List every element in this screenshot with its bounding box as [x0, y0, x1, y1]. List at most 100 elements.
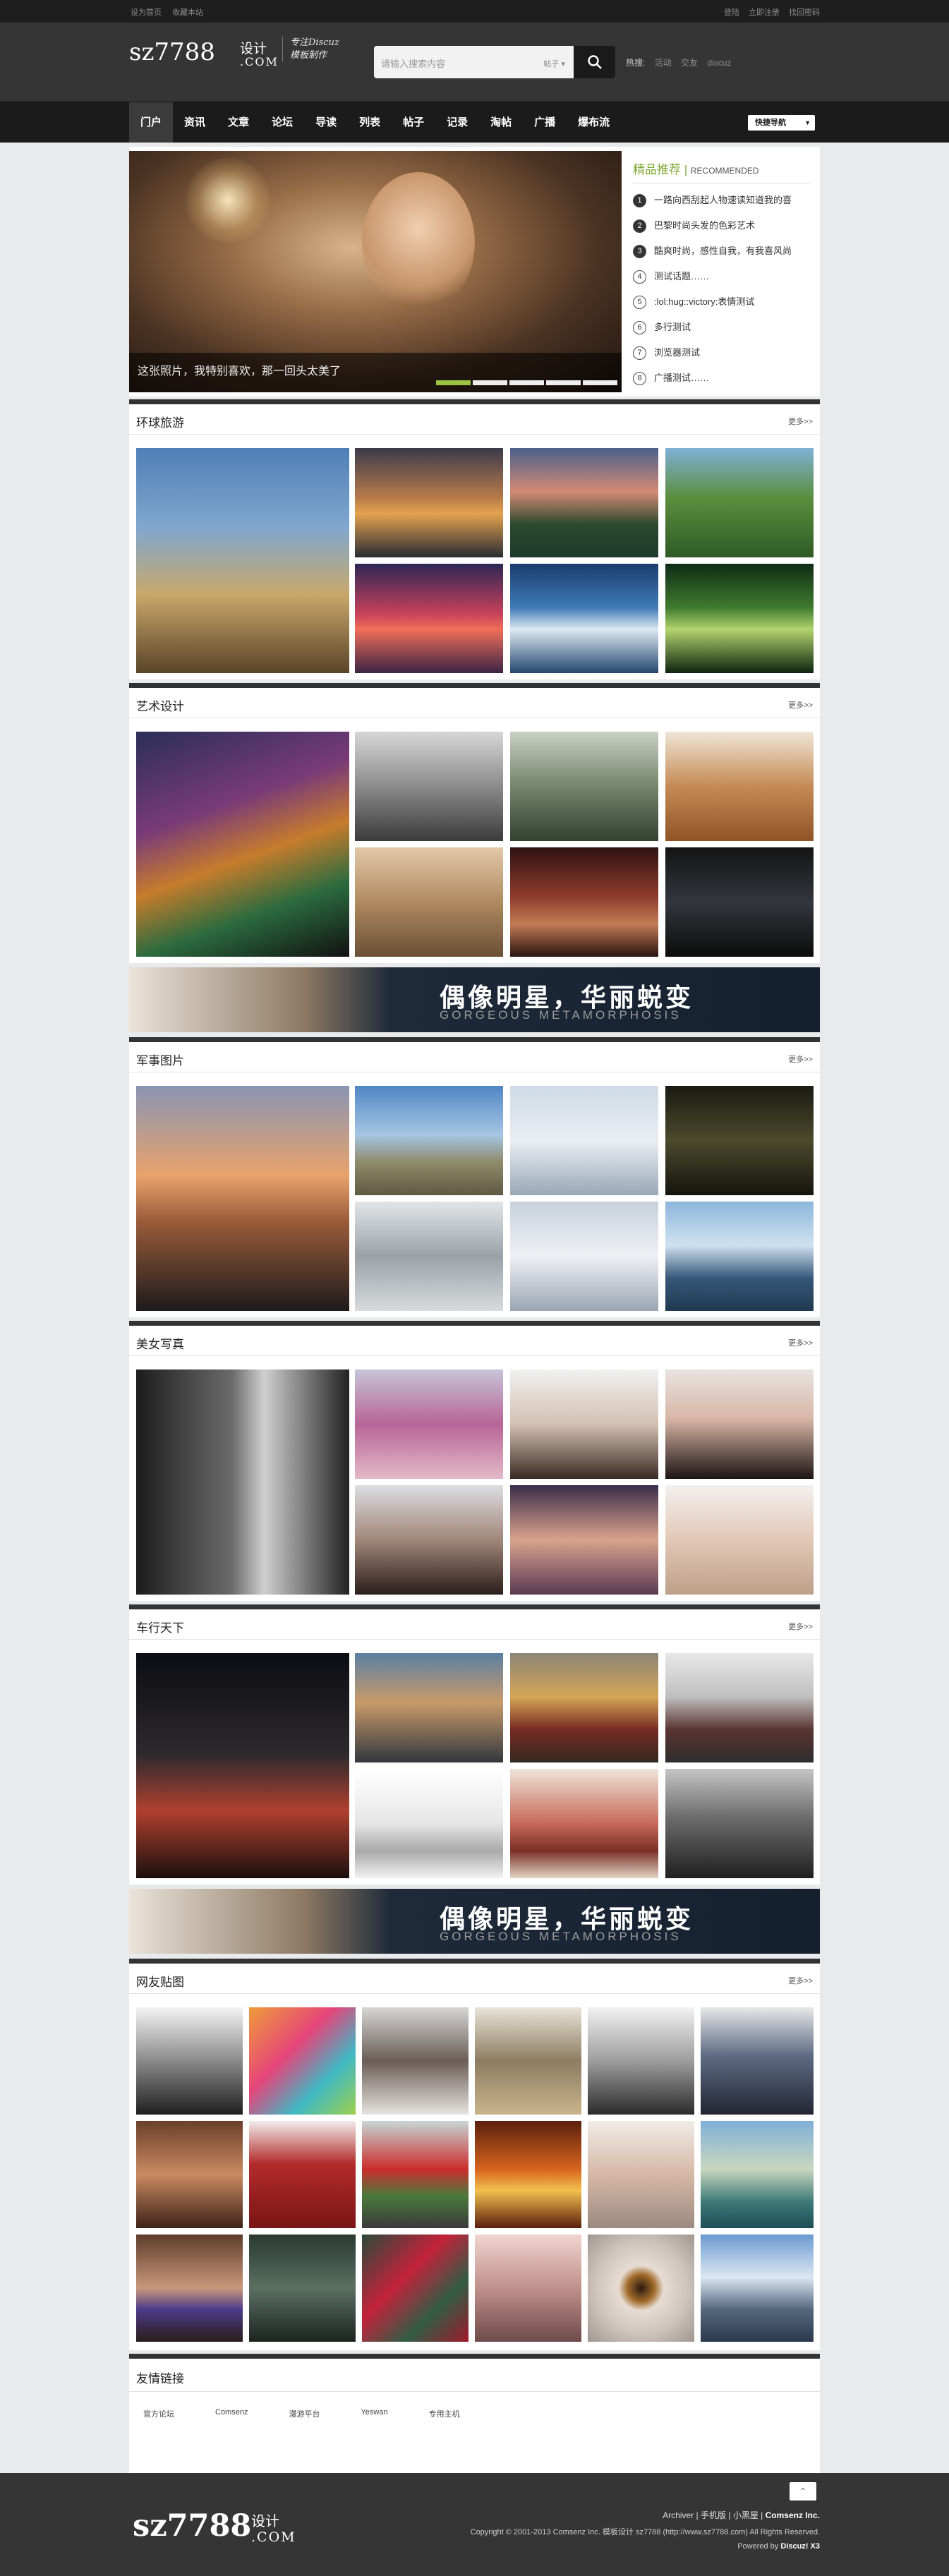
thumb-user-pic[interactable] — [701, 2235, 814, 2342]
thumb-user-pic[interactable] — [249, 2007, 356, 2115]
nav-item-articles[interactable]: 文章 — [217, 102, 260, 143]
nav-item-waterfall[interactable]: 爆布流 — [567, 102, 621, 143]
thumb-town[interactable] — [355, 847, 503, 957]
login-link[interactable]: 登陆 — [724, 8, 739, 17]
nav-item-portal[interactable]: 门户 — [129, 102, 174, 143]
recommend-item[interactable]: 5:lol:hug::victory:表情测试 — [633, 289, 811, 315]
thumb-user-pic[interactable] — [588, 2121, 694, 2228]
thumb-portrait-light[interactable] — [665, 1485, 814, 1595]
thumb-sedan[interactable] — [665, 1653, 814, 1762]
thumb-portrait-bw[interactable] — [136, 1369, 349, 1595]
thumb-user-pic[interactable] — [249, 2121, 356, 2228]
friend-link[interactable]: Yeswan — [361, 2408, 387, 2419]
thumb-lake[interactable] — [510, 448, 658, 557]
more-link[interactable]: 更多>> — [788, 1053, 813, 1065]
darkroom-link[interactable]: 小黑屋 — [733, 2510, 758, 2520]
thumb-suv[interactable] — [510, 1653, 658, 1762]
bookmark-link[interactable]: 收藏本站 — [172, 8, 203, 17]
thumb-user-pic[interactable] — [475, 2007, 581, 2115]
thumb-boots[interactable] — [355, 732, 503, 841]
search-input[interactable]: 请输入搜索内容 — [381, 56, 445, 70]
thumb-user-pic[interactable] — [475, 2235, 581, 2342]
nav-item-list[interactable]: 列表 — [348, 102, 392, 143]
thumb-portrait-face[interactable] — [510, 1485, 658, 1595]
more-link[interactable]: 更多>> — [788, 1621, 813, 1632]
slide-dot[interactable] — [583, 380, 617, 385]
thumb-jet-sunset[interactable] — [136, 1086, 349, 1311]
thumb-convertible[interactable] — [510, 1769, 658, 1878]
thumb-motorcycle[interactable] — [665, 1769, 814, 1878]
recommend-item[interactable]: 7 浏览器测试 — [633, 340, 811, 365]
thumb-user-pic[interactable] — [588, 2007, 694, 2115]
thumb-mountains[interactable] — [510, 564, 658, 673]
thumb-forest[interactable] — [665, 564, 814, 673]
more-link[interactable]: 更多>> — [788, 1975, 813, 1986]
thumb-portrait-pink[interactable] — [355, 1369, 503, 1479]
search-type-select[interactable]: 帖子 ▾ — [543, 58, 565, 69]
slide-dot[interactable] — [473, 380, 507, 385]
hot-word[interactable]: 活动 — [655, 58, 672, 68]
thumb-jets-clouds[interactable] — [355, 1202, 503, 1311]
thumb-hills[interactable] — [665, 448, 814, 557]
nav-item-records[interactable]: 记录 — [435, 102, 479, 143]
more-link[interactable]: 更多>> — [788, 699, 813, 710]
thumb-user-pic[interactable] — [136, 2235, 243, 2342]
ad-banner[interactable]: 偶像明星，华丽蜕变 GORGEOUS METAMORPHOSIS — [129, 1889, 820, 1954]
thumb-pier[interactable] — [355, 448, 503, 557]
friend-link[interactable]: 专用主机 — [429, 2408, 460, 2419]
thumb-pagoda[interactable] — [510, 732, 658, 841]
thumb-user-pic[interactable] — [475, 2121, 581, 2228]
set-homepage-link[interactable]: 设为首页 — [131, 8, 162, 17]
ad-banner[interactable]: 偶像明星，华丽蜕变 GORGEOUS METAMORPHOSIS — [129, 967, 820, 1032]
recommend-item[interactable]: 2 巴黎时尚头发的色彩艺术 — [633, 213, 811, 238]
nav-item-forum[interactable]: 论坛 — [260, 102, 304, 143]
nav-item-broadcast[interactable]: 广播 — [523, 102, 567, 143]
more-link[interactable]: 更多>> — [788, 416, 813, 427]
thumb-tank[interactable] — [355, 1086, 503, 1195]
thumb-castle[interactable] — [136, 448, 349, 673]
nav-item-news[interactable]: 资讯 — [173, 102, 217, 143]
thumb-user-pic[interactable] — [588, 2235, 694, 2342]
friend-link[interactable]: 官方论坛 — [143, 2408, 174, 2419]
friend-link[interactable]: 漫游平台 — [289, 2408, 320, 2419]
mobile-link[interactable]: 手机版 — [701, 2510, 726, 2520]
nav-item-guide[interactable]: 导读 — [304, 102, 348, 143]
thumb-red-roadster[interactable] — [136, 1653, 349, 1878]
recommend-item[interactable]: 6 多行测试 — [633, 315, 811, 340]
hot-word[interactable]: 交友 — [681, 58, 698, 68]
recommend-item[interactable]: 8 广播测试…… — [633, 365, 811, 391]
thumb-user-pic[interactable] — [701, 2007, 814, 2115]
thumb-cage[interactable] — [665, 847, 814, 957]
more-link[interactable]: 更多>> — [788, 1337, 813, 1348]
thumb-white-car[interactable] — [355, 1769, 503, 1878]
archiver-link[interactable]: Archiver — [663, 2510, 694, 2520]
recommend-item[interactable]: 1 一路向西刮起人物速读知道我的喜 — [633, 188, 811, 213]
back-to-top-button[interactable]: ⌃ — [790, 2482, 816, 2501]
recommend-item[interactable]: 3 酷爽时尚，感性自我，有我喜风尚 — [633, 238, 811, 264]
slide-dot[interactable] — [436, 380, 471, 385]
thumb-portrait-hat[interactable] — [510, 1369, 658, 1479]
discuz-link[interactable]: Discuz! X3 — [780, 2542, 820, 2551]
thumb-user-pic[interactable] — [249, 2235, 356, 2342]
site-logo[interactable]: sz7788 — [129, 38, 215, 66]
recommend-item[interactable]: 4 测试话题…… — [633, 264, 811, 289]
thumb-hatter[interactable] — [136, 732, 349, 957]
thumb-leaf[interactable] — [665, 732, 814, 841]
forgot-password-link[interactable]: 找回密码 — [789, 8, 820, 17]
thumb-portrait-lean[interactable] — [355, 1485, 503, 1595]
thumb-bridge-car[interactable] — [355, 1653, 503, 1762]
comsenz-link[interactable]: Comsenz Inc. — [766, 2510, 820, 2520]
thumb-warrior[interactable] — [510, 847, 658, 957]
slide-dot[interactable] — [509, 380, 544, 385]
slide-dot[interactable] — [546, 380, 581, 385]
thumb-portrait-dark-hair[interactable] — [665, 1369, 814, 1479]
thumb-user-pic[interactable] — [362, 2235, 469, 2342]
thumb-user-pic[interactable] — [136, 2121, 243, 2228]
thumb-gun[interactable] — [665, 1086, 814, 1195]
search-box[interactable]: 请输入搜索内容 帖子 ▾ — [374, 46, 574, 78]
hero-slider[interactable]: 这张照片，我特别喜欢，那一回头太美了 — [129, 151, 622, 392]
search-button[interactable] — [574, 46, 615, 78]
thumb-fighter[interactable] — [510, 1086, 658, 1195]
thumb-user-pic[interactable] — [701, 2121, 814, 2228]
thumb-user-pic[interactable] — [136, 2007, 243, 2115]
